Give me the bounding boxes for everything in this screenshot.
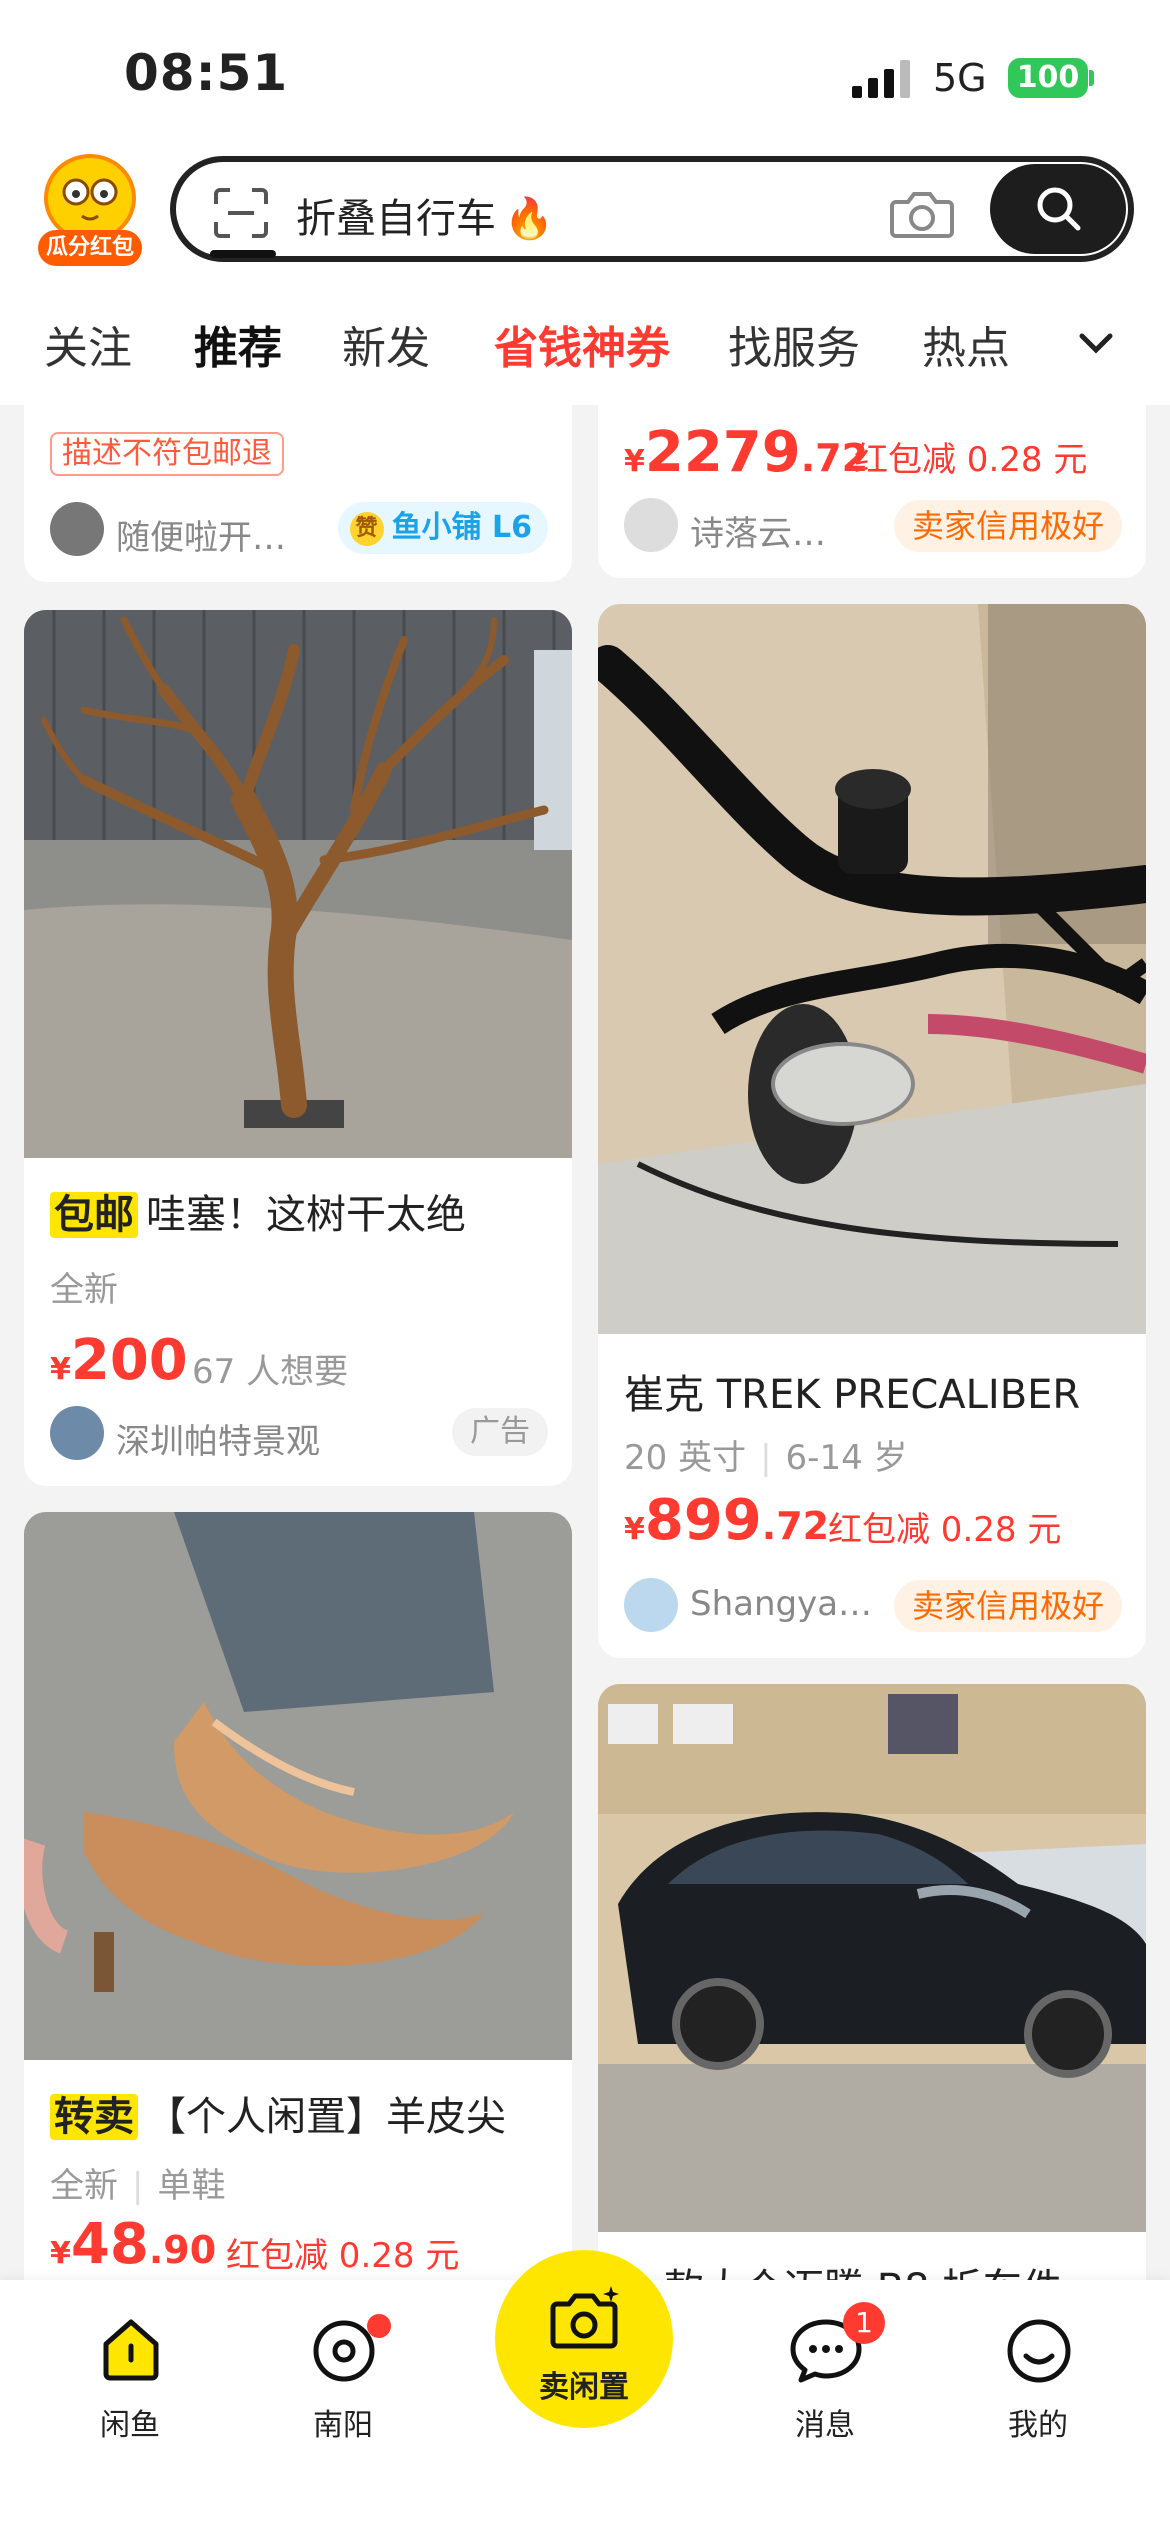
product-card[interactable]: 崔克 TREK PRECALIBER 20 英寸 | 6-14 岁 ¥899.72 …: [598, 604, 1146, 1658]
network-type: 5G: [933, 56, 987, 100]
tab-services[interactable]: 找服务: [728, 312, 860, 376]
seller-name: 深圳帕特景观: [116, 1422, 320, 1462]
price: ¥2279.72: [624, 420, 869, 485]
red-packet-discount: 红包减 0.28 元: [828, 1510, 1062, 1550]
tab-coupons[interactable]: 省钱神券: [494, 312, 670, 376]
message-badge: 1: [843, 2302, 885, 2344]
red-packet-discount: 红包减 0.28 元: [226, 2236, 460, 2276]
free-shipping-tag: 包邮: [50, 1192, 138, 1238]
refund-tag: 描述不符包邮退: [50, 432, 284, 476]
credit-badge: 卖家信用极好: [893, 500, 1122, 552]
shop-badge-label: 鱼小铺 L6: [391, 510, 532, 545]
product-image: [598, 1684, 1146, 2232]
avatar: [50, 1406, 104, 1460]
seller-name: Shangya…: [690, 1584, 873, 1624]
spec-divider: |: [132, 2166, 144, 2206]
avatar: [50, 502, 104, 556]
sell-button[interactable]: 卖闲置: [495, 2250, 673, 2428]
spec-type: 单鞋: [157, 2166, 226, 2206]
nav-city-label: 南阳: [313, 2408, 373, 2443]
battery-tip: [1089, 70, 1094, 86]
product-image: [24, 610, 572, 1158]
seller-name: 诗落云…: [690, 514, 826, 554]
tab-recommend[interactable]: 推荐: [194, 312, 282, 376]
nav-messages-label: 消息: [795, 2408, 855, 2443]
nav-mine[interactable]: 我的: [968, 2300, 1108, 2460]
status-time: 08:51: [124, 44, 289, 102]
specs: 全新 | 单鞋: [50, 2158, 225, 2207]
red-packet-button[interactable]: 瓜分红包: [38, 154, 142, 266]
specs: 20 英寸 | 6-14 岁: [624, 1430, 908, 1479]
spec-condition: 全新: [50, 2166, 118, 2206]
red-packet-icon: [44, 154, 136, 242]
search-icon: [1037, 187, 1081, 231]
tab-new[interactable]: 新发: [342, 312, 430, 376]
resale-tag: 转卖: [50, 2094, 138, 2140]
spec-divider: |: [760, 1438, 772, 1478]
red-packet-label: 瓜分红包: [38, 230, 142, 266]
price: ¥200: [50, 1328, 188, 1393]
avatar: [624, 498, 678, 552]
condition: 全新: [50, 1270, 118, 1310]
nav-city[interactable]: 南阳: [273, 2300, 413, 2460]
search-button[interactable]: [990, 164, 1126, 254]
search-input[interactable]: 折叠自行车 🔥: [296, 186, 554, 244]
ad-badge: 广告: [452, 1408, 548, 1456]
notification-dot: [367, 2314, 391, 2338]
credit-badge: 卖家信用极好: [893, 1580, 1122, 1632]
tab-hot[interactable]: 热点: [922, 312, 1010, 376]
product-title: 转卖 【个人闲置】羊皮尖: [50, 2084, 506, 2142]
product-image: [598, 604, 1146, 1334]
camera-icon[interactable]: [890, 186, 954, 240]
seller-name: 随便啦开…: [116, 518, 286, 558]
like-icon: 赞: [349, 511, 384, 546]
battery-indicator: 100: [1008, 58, 1088, 98]
product-card[interactable]: 转卖 【个人闲置】羊皮尖 全新 | 单鞋 ¥48.90 红包减 0.28 元: [24, 1512, 572, 2312]
chevron-down-icon[interactable]: [1078, 332, 1114, 356]
sell-label: 卖闲置: [539, 2370, 629, 2405]
spec-age: 6-14 岁: [785, 1438, 908, 1478]
signal-icon: [852, 60, 910, 98]
product-image: [24, 1512, 572, 2060]
nav-messages[interactable]: 1 消息: [755, 2300, 895, 2460]
product-title-text: 【个人闲置】羊皮尖: [146, 2094, 506, 2140]
search-query: 折叠自行车: [296, 196, 496, 242]
status-bar: 08:51 5G 100: [0, 0, 1170, 150]
home-icon: [103, 2319, 159, 2381]
spec-size: 20 英寸: [624, 1438, 747, 1478]
product-card[interactable]: 包邮 哇塞！这树干太绝 全新 ¥200 67 人想要 深圳帕特景观 广告: [24, 610, 572, 1486]
active-tab-indicator: [210, 250, 276, 258]
product-title: 包邮 哇塞！这树干太绝: [50, 1182, 466, 1240]
scan-icon[interactable]: [214, 188, 268, 238]
search-bar[interactable]: 折叠自行车 🔥: [170, 156, 1134, 262]
product-title-text: 哇塞！这树干太绝: [146, 1192, 466, 1238]
product-title: 崔克 TREK PRECALIBER: [624, 1372, 1081, 1418]
shop-badge: 赞鱼小铺 L6: [337, 502, 548, 554]
avatar: [624, 1578, 678, 1632]
want-count: 67 人想要: [192, 1352, 349, 1392]
category-tabs: 关注 推荐 新发 省钱神券 找服务 热点: [0, 290, 1170, 390]
profile-icon: [1007, 2319, 1071, 2383]
tab-follow[interactable]: 关注: [44, 312, 132, 376]
nav-home[interactable]: 闲鱼: [60, 2300, 200, 2460]
nav-home-label: 闲鱼: [100, 2408, 160, 2443]
red-packet-discount: 红包减 0.28 元: [854, 440, 1088, 480]
header: 瓜分红包 折叠自行车 🔥 关注 推荐 新发 省钱神券 找服务 热点: [0, 140, 1170, 405]
product-card[interactable]: ¥2279.72 红包减 0.28 元 诗落云… 卖家信用极好: [598, 402, 1146, 578]
product-card[interactable]: 描述不符包邮退 随便啦开… 赞鱼小铺 L6: [24, 402, 572, 582]
camera-sparkle-icon: [550, 2286, 619, 2349]
nav-mine-label: 我的: [1008, 2408, 1068, 2443]
price: ¥899.72: [624, 1488, 830, 1553]
hot-flame-icon: 🔥: [504, 196, 554, 242]
price: ¥48.90: [50, 2212, 217, 2277]
product-card[interactable]: …款大众迈腾 B8 拆车件: [598, 1684, 1146, 2324]
